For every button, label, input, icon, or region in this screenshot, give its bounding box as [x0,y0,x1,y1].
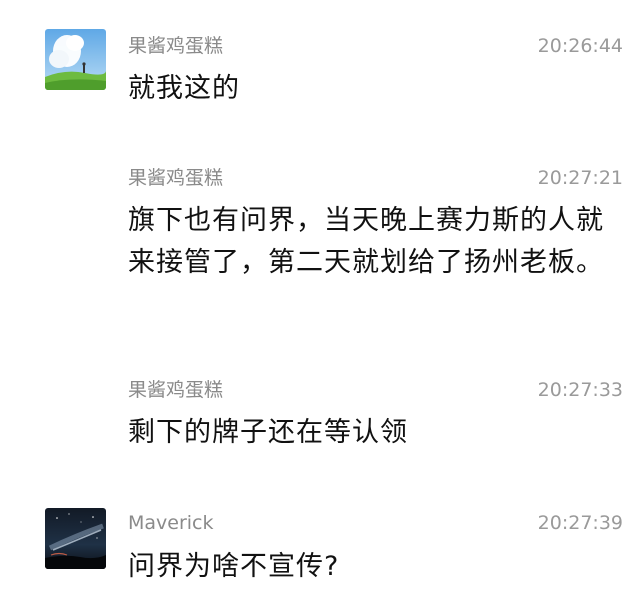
message-text[interactable]: 剩下的牌子还在等认领 [128,412,626,454]
avatar[interactable] [45,508,106,569]
avatar[interactable] [45,29,106,90]
chat-message: 果酱鸡蛋糕 20:27:21 旗下也有问界，当天晚上赛力斯的人就来接管了，第二天… [0,160,640,330]
message-timestamp: 20:26:44 [537,35,623,57]
chat-message: 果酱鸡蛋糕 20:26:44 就我这的 [0,0,640,120]
message-text[interactable]: 就我这的 [128,68,626,110]
night-sky-avatar-icon [45,508,106,569]
sky-field-avatar-icon [45,29,106,90]
sender-name: Maverick [128,512,214,534]
message-timestamp: 20:27:39 [537,512,623,534]
chat-message: Maverick 20:27:39 问界为啥不宣传? [0,500,640,599]
message-text[interactable]: 旗下也有问界，当天晚上赛力斯的人就来接管了，第二天就划给了扬州老板。 [128,200,626,284]
message-timestamp: 20:27:33 [537,379,623,401]
message-timestamp: 20:27:21 [537,167,623,189]
sender-name: 果酱鸡蛋糕 [128,167,224,189]
sender-name: 果酱鸡蛋糕 [128,379,224,401]
chat-message-list: 果酱鸡蛋糕 20:26:44 就我这的 果酱鸡蛋糕 20:27:21 旗下也有问… [0,0,640,599]
chat-message: 果酱鸡蛋糕 20:27:33 剩下的牌子还在等认领 [0,374,640,464]
sender-name: 果酱鸡蛋糕 [128,35,224,57]
message-text[interactable]: 问界为啥不宣传? [128,546,626,588]
